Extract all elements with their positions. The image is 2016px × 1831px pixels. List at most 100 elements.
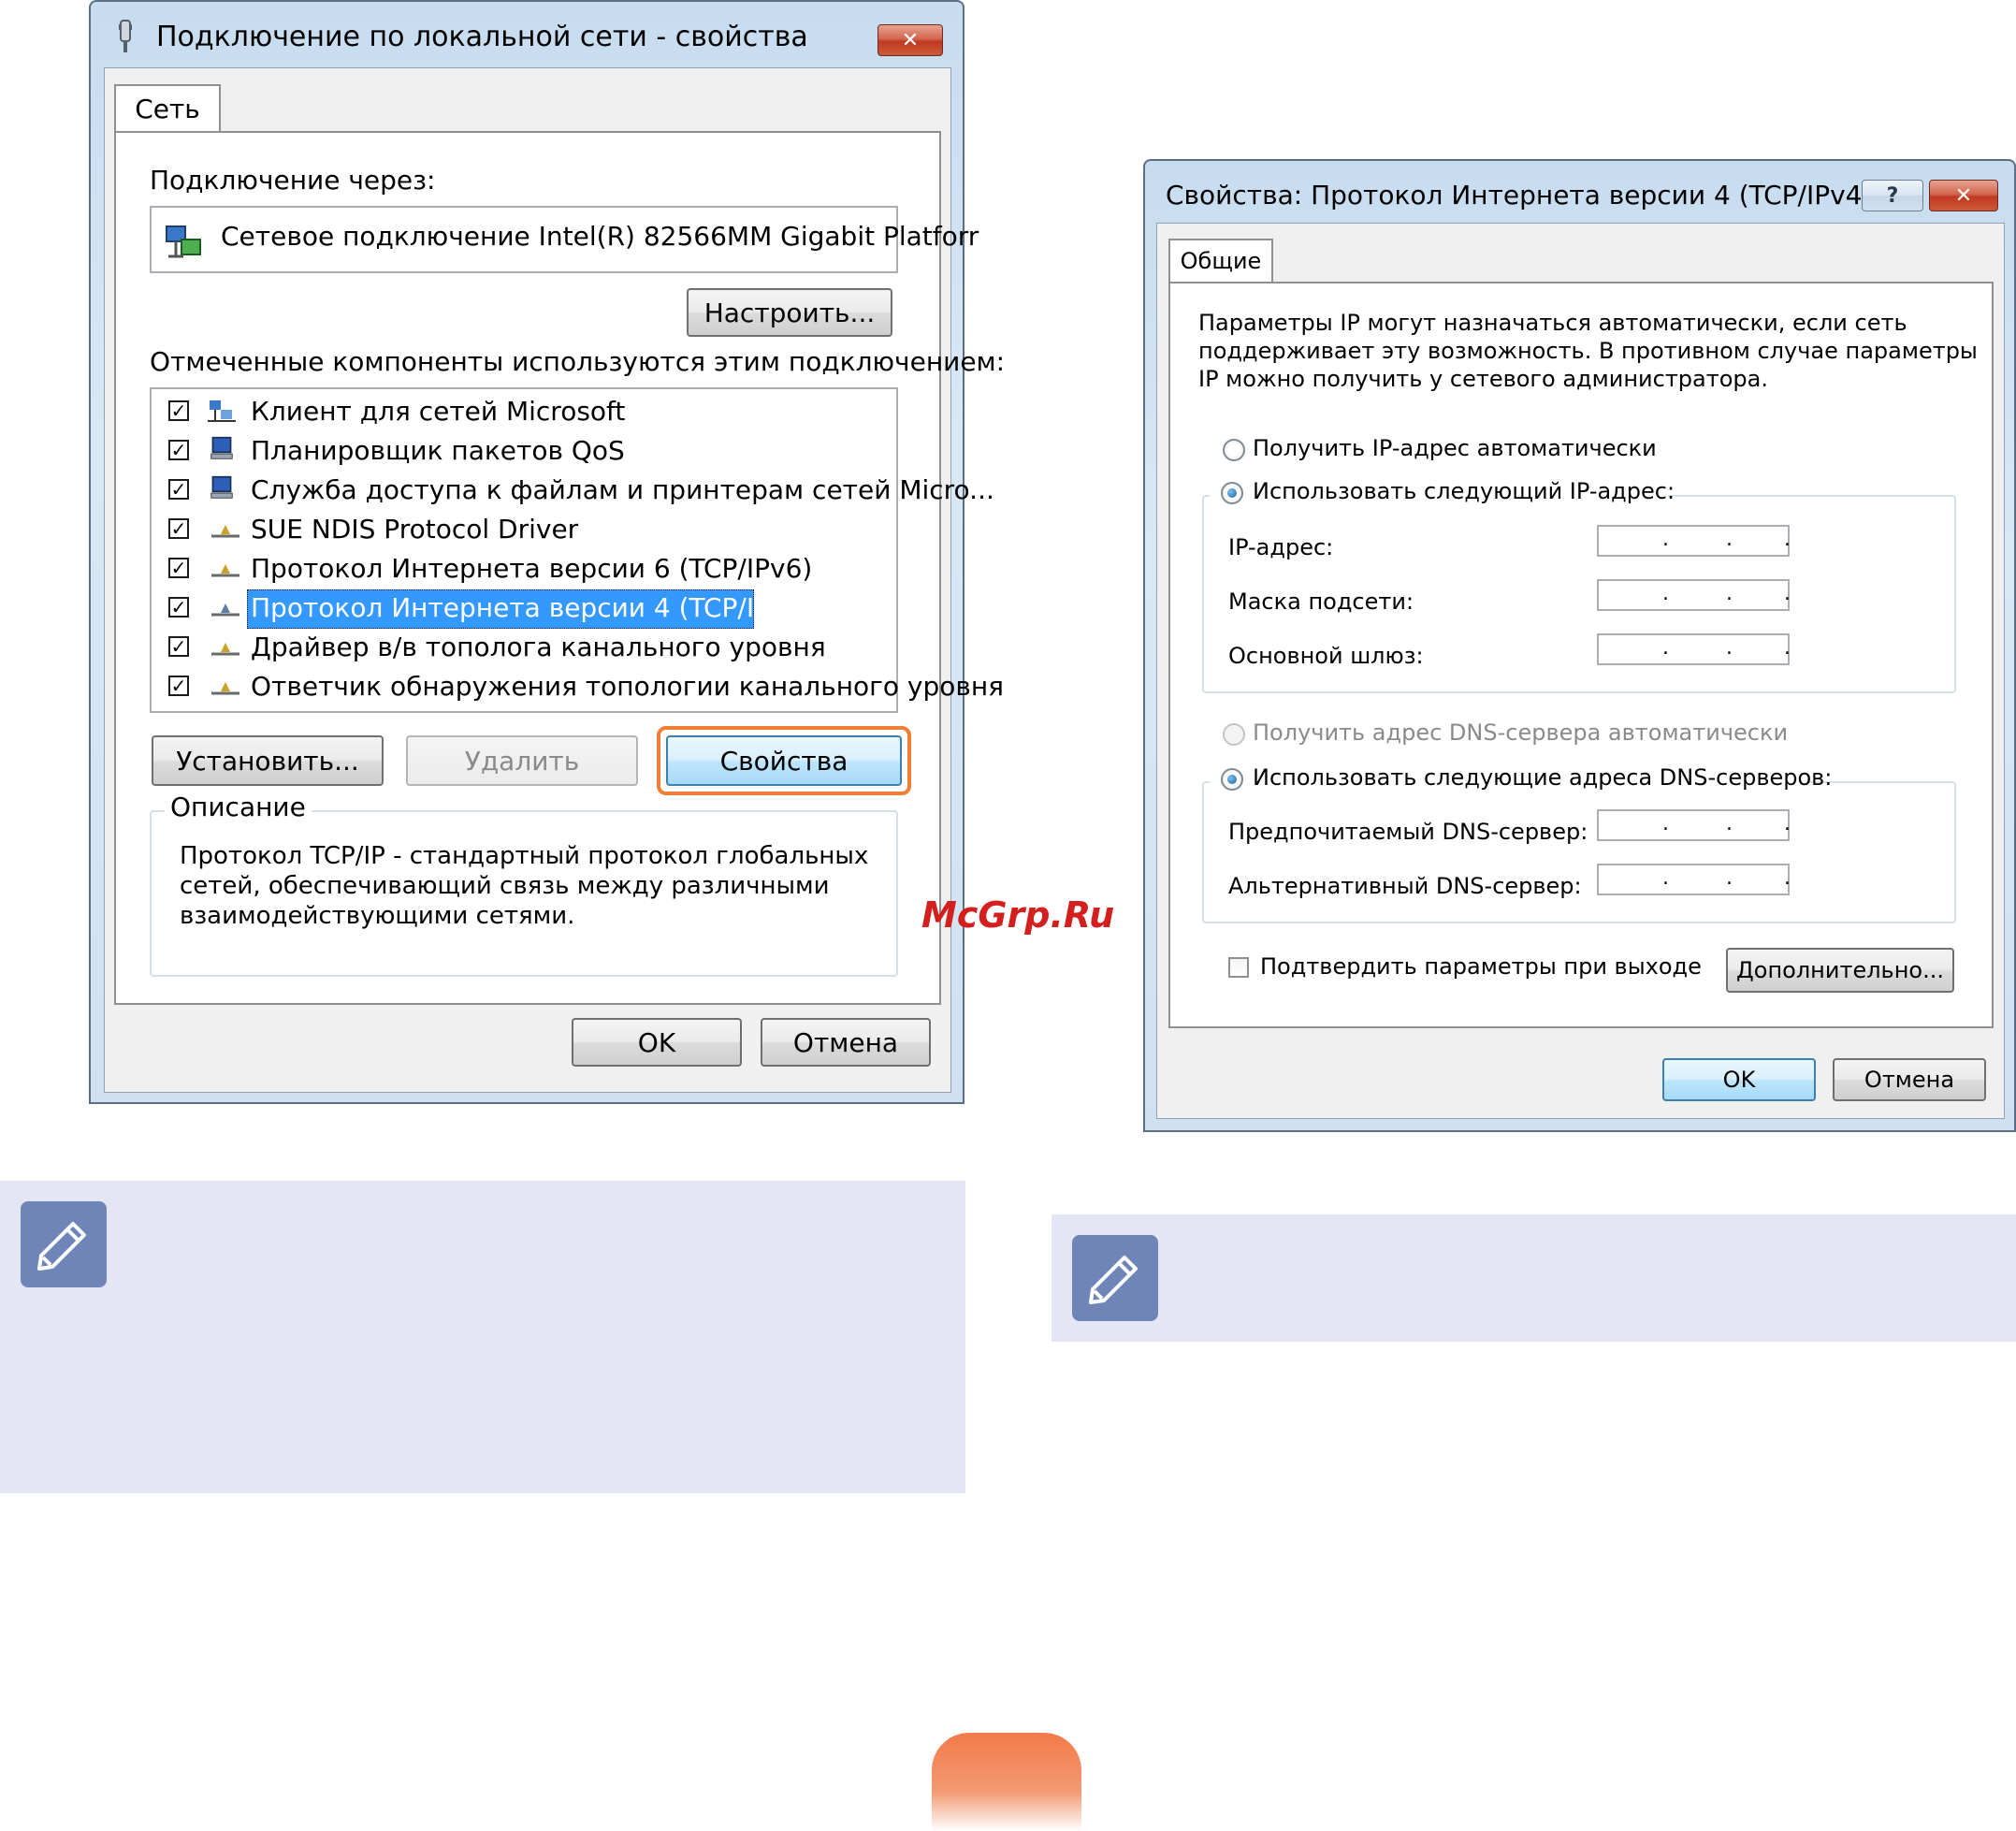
components-label: Отмеченные компоненты используются этим … xyxy=(150,346,1006,377)
help-button[interactable]: ? xyxy=(1862,180,1923,211)
title-bar[interactable]: Свойства: Протокол Интернета версии 4 (T… xyxy=(1145,161,2014,232)
close-button[interactable]: ✕ xyxy=(877,24,943,56)
protocol-icon xyxy=(211,682,239,695)
computer-icon xyxy=(210,436,233,459)
protocol-icon xyxy=(211,603,239,617)
ok-button[interactable]: OK xyxy=(1662,1058,1816,1101)
preferred-dns-input[interactable]: . . . xyxy=(1597,809,1791,841)
help-icon: ? xyxy=(1886,183,1899,208)
component-checkbox[interactable]: ✓ xyxy=(168,597,189,618)
auto-dns-label[interactable]: Получить адрес DNS-сервера автоматически xyxy=(1253,719,1788,746)
ip-dot: . xyxy=(1726,528,1733,551)
note-box xyxy=(1052,1214,2016,1342)
intro-line: IP можно получить у сетевого администрат… xyxy=(1198,366,1768,392)
ip-address-label: IP-адрес: xyxy=(1228,534,1334,560)
gateway-label: Основной шлюз: xyxy=(1228,643,1424,669)
description-line: взаимодействующими сетями. xyxy=(180,902,575,930)
adapter-field: Сетевое подключение Intel(R) 82566MM Gig… xyxy=(150,206,979,273)
close-button[interactable]: ✕ xyxy=(1929,180,1998,211)
ok-button-label: OK xyxy=(637,1026,676,1058)
preferred-dns-label: Предпочитаемый DNS-сервер: xyxy=(1228,819,1588,845)
properties-button-label: Свойства xyxy=(719,745,848,777)
list-item[interactable]: ✓ Драйвер в/в тополога канального уровня xyxy=(152,629,891,668)
cancel-button[interactable]: Отмена xyxy=(1833,1058,1986,1101)
properties-button[interactable]: Свойства xyxy=(666,735,902,786)
subnet-mask-input[interactable]: . . . xyxy=(1597,579,1791,611)
auto-ip-radio[interactable] xyxy=(1223,439,1245,461)
list-item[interactable]: ✓ Планировщик пакетов QoS xyxy=(152,432,891,472)
component-label: Протокол Интернета версии 4 (TCP/IPv4) xyxy=(251,592,813,623)
list-item[interactable]: ✓ Клиент для сетей Microsoft xyxy=(152,393,891,432)
component-label: Ответчик обнаружения топологии канальног… xyxy=(251,671,1004,702)
component-checkbox[interactable]: ✓ xyxy=(168,676,189,696)
ip-dot: . xyxy=(1784,636,1791,660)
pencil-icon xyxy=(37,1222,86,1271)
list-item[interactable]: ✓ SUE NDIS Protocol Driver xyxy=(152,511,891,550)
ip-dot: . xyxy=(1662,528,1669,551)
note-box xyxy=(0,1181,965,1493)
auto-dns-radio[interactable] xyxy=(1223,723,1245,746)
manual-ip-radio[interactable] xyxy=(1221,482,1243,504)
auto-ip-label[interactable]: Получить IP-адрес автоматически xyxy=(1253,435,1657,461)
install-button[interactable]: Установить... xyxy=(152,735,384,786)
close-icon: ✕ xyxy=(1954,183,1973,208)
ok-button[interactable]: OK xyxy=(572,1018,742,1067)
advanced-button[interactable]: Дополнительно... xyxy=(1726,948,1954,993)
intro-line: поддерживает эту возможность. В противно… xyxy=(1198,338,1978,364)
component-checkbox[interactable]: ✓ xyxy=(168,440,189,460)
manual-dns-legend: Использовать следующие адреса DNS-сервер… xyxy=(1210,764,1832,798)
component-checkbox[interactable]: ✓ xyxy=(168,558,189,578)
list-item[interactable]: ✓ Служба доступа к файлам и принтерам се… xyxy=(152,472,994,511)
component-checkbox[interactable]: ✓ xyxy=(168,636,189,657)
gateway-input[interactable]: . . . xyxy=(1597,633,1791,665)
ip-address-input[interactable]: . . . xyxy=(1597,525,1791,557)
validate-checkbox[interactable] xyxy=(1228,957,1249,978)
tab-panel: Параметры IP могут назначаться автоматич… xyxy=(1168,282,1994,1028)
description-legend: Описание xyxy=(165,792,312,822)
window-title: Подключение по локальной сети - свойства xyxy=(156,21,808,53)
description-group: Описание Протокол TCP/IP - стандартный п… xyxy=(150,792,898,977)
configure-button[interactable]: Настроить... xyxy=(687,288,892,337)
component-label: SUE NDIS Protocol Driver xyxy=(251,514,579,545)
ip-dot: . xyxy=(1726,582,1733,605)
component-label: Планировщик пакетов QoS xyxy=(251,435,625,466)
ip-dot: . xyxy=(1662,582,1669,605)
tab-network[interactable]: Сеть xyxy=(114,84,221,133)
pencil-note-icon xyxy=(21,1201,107,1287)
list-item[interactable]: ✓ Протокол Интернета версии 6 (TCP/IPv6) xyxy=(152,550,891,589)
ip-dot: . xyxy=(1662,812,1669,836)
lan-properties-dialog: Подключение по локальной сети - свойства… xyxy=(89,0,1005,1104)
tab-label: Сеть xyxy=(135,94,200,124)
component-checkbox[interactable]: ✓ xyxy=(168,518,189,539)
intro-line: Параметры IP могут назначаться автоматич… xyxy=(1198,310,1907,336)
title-bar[interactable]: Подключение по локальной сети - свойства… xyxy=(91,2,963,73)
list-item[interactable]: ✓ Ответчик обнаружения топологии канальн… xyxy=(152,668,1004,707)
connect-via-label: Подключение через: xyxy=(150,165,436,196)
subnet-mask-label: Маска подсети: xyxy=(1228,589,1414,615)
ip-dot: . xyxy=(1784,812,1791,836)
dialog-body: Общие Параметры IP могут назначаться авт… xyxy=(1156,223,2005,1119)
cancel-button[interactable]: Отмена xyxy=(761,1018,931,1067)
ip-dot: . xyxy=(1726,812,1733,836)
components-list[interactable]: ✓ Клиент для сетей Microsoft ✓ Планировщ… xyxy=(150,387,1004,713)
alternate-dns-input[interactable]: . . . xyxy=(1597,864,1791,895)
remove-button-label: Удалить xyxy=(464,745,580,777)
manual-dns-radio[interactable] xyxy=(1221,768,1243,791)
tcpip-properties-dialog: Свойства: Протокол Интернета версии 4 (T… xyxy=(1143,159,2016,1132)
protocol-icon xyxy=(211,643,239,656)
manual-ip-legend: Использовать следующий IP-адрес: xyxy=(1210,478,1675,512)
component-checkbox[interactable]: ✓ xyxy=(168,400,189,421)
list-item-selected[interactable]: ✓ Протокол Интернета версии 4 (TCP/IPv4) xyxy=(152,589,891,629)
remove-button[interactable]: Удалить xyxy=(406,735,638,786)
install-button-label: Установить... xyxy=(176,745,359,777)
ip-dot: . xyxy=(1662,636,1669,660)
validate-label[interactable]: Подтвердить параметры при выходе xyxy=(1260,953,1702,980)
tab-general[interactable]: Общие xyxy=(1168,239,1273,283)
close-icon: ✕ xyxy=(901,28,920,52)
ip-dot: . xyxy=(1784,528,1791,551)
pencil-note-icon xyxy=(1072,1235,1158,1321)
manual-ip-label[interactable]: Использовать следующий IP-адрес: xyxy=(1253,478,1675,504)
component-checkbox[interactable]: ✓ xyxy=(168,479,189,500)
component-label: Клиент для сетей Microsoft xyxy=(251,396,626,427)
manual-dns-label[interactable]: Использовать следующие адреса DNS-сервер… xyxy=(1253,764,1832,791)
